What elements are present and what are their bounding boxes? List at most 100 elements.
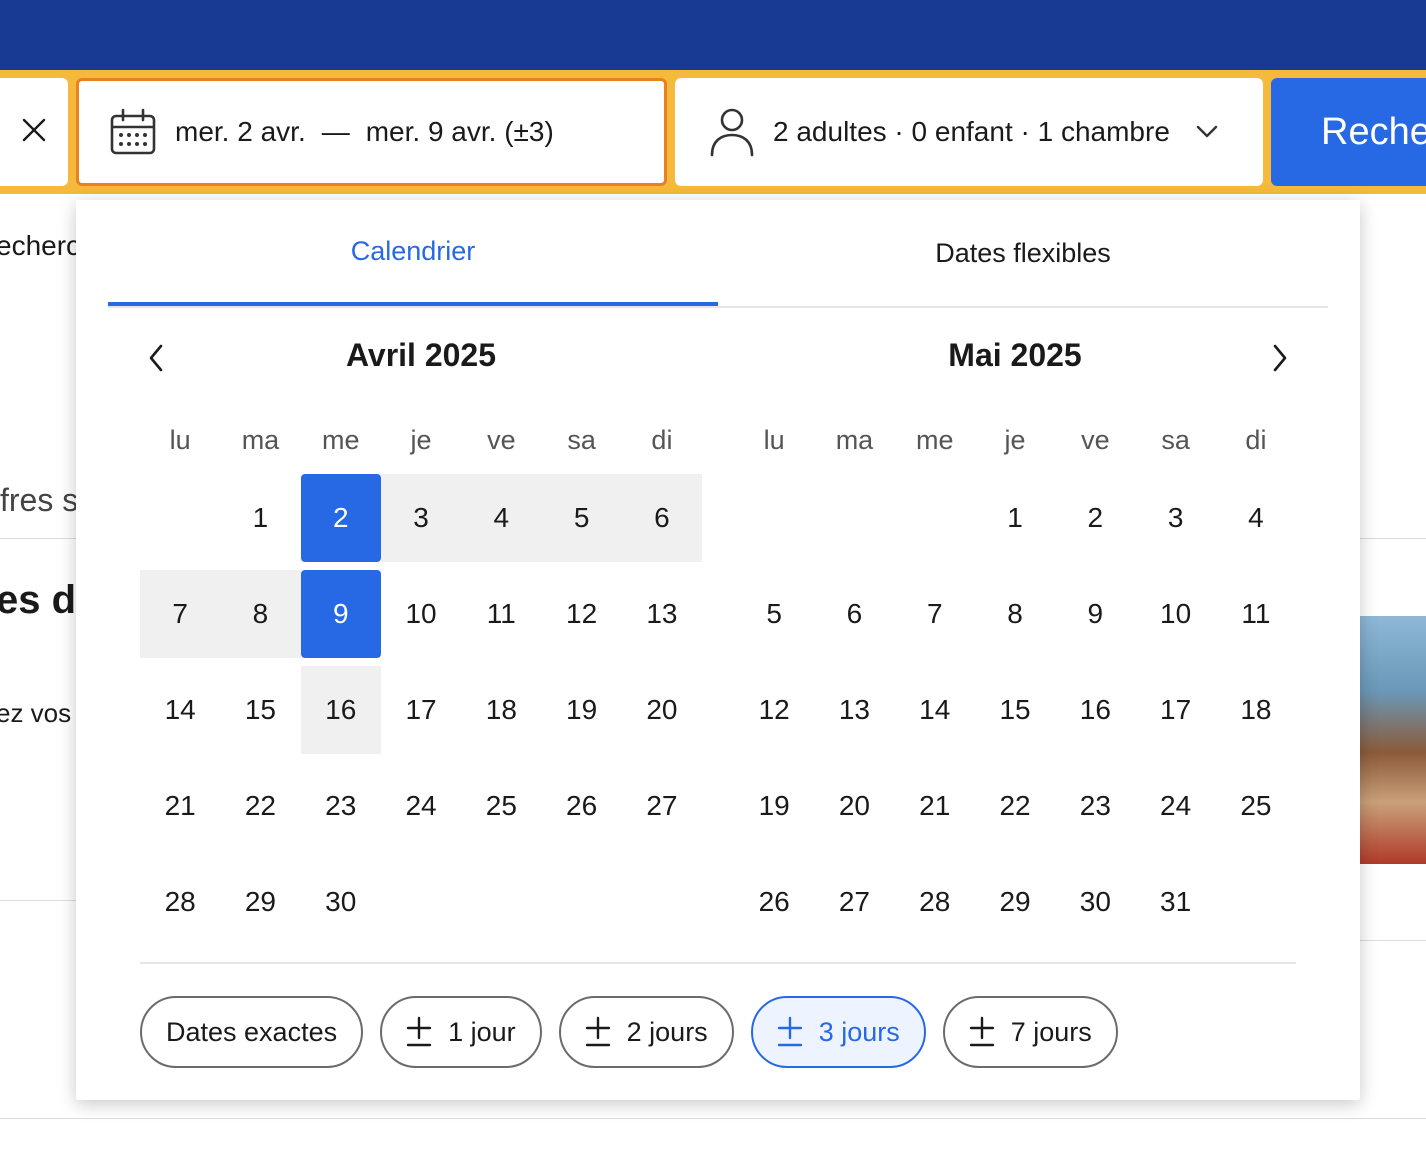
calendar-day[interactable]: 3 xyxy=(380,474,462,562)
calendar-day[interactable]: 23 xyxy=(1055,762,1135,850)
calendar-day[interactable]: 7 xyxy=(895,570,975,658)
weekday-label: ve xyxy=(487,425,516,455)
calendar-day[interactable]: 14 xyxy=(140,666,220,754)
calendar-day[interactable]: 11 xyxy=(1216,570,1296,658)
calendar-day[interactable]: 29 xyxy=(220,858,300,946)
calendar-day[interactable]: 12 xyxy=(541,570,621,658)
flex-option-3-days[interactable]: 3 jours xyxy=(750,996,926,1068)
calendar-day[interactable]: 10 xyxy=(381,570,461,658)
calendar-empty-cell xyxy=(140,474,220,562)
calendar-day[interactable]: 13 xyxy=(622,570,702,658)
search-button[interactable]: Reche xyxy=(1271,78,1426,186)
calendar-day[interactable]: 6 xyxy=(814,570,894,658)
calendar-day[interactable]: 28 xyxy=(140,858,220,946)
weekday-label: lu xyxy=(763,425,785,455)
calendar-day[interactable]: 8 xyxy=(220,570,301,658)
calendar-day[interactable]: 18 xyxy=(1216,666,1296,754)
background-text: echerc xyxy=(0,230,81,261)
weekday-label: di xyxy=(1245,425,1267,455)
weekday-label: sa xyxy=(1161,425,1190,455)
tab-flexible-dates[interactable]: Dates flexibles xyxy=(718,200,1328,306)
background-divider xyxy=(0,1118,1426,1119)
calendar-day[interactable]: 10 xyxy=(1135,570,1215,658)
calendar-day[interactable]: 19 xyxy=(734,762,814,850)
calendar-day[interactable]: 15 xyxy=(975,666,1055,754)
calendar-day[interactable]: 12 xyxy=(734,666,814,754)
calendar-day[interactable]: 5 xyxy=(541,474,622,562)
calendar-day[interactable]: 26 xyxy=(734,858,814,946)
calendar-day[interactable]: 22 xyxy=(220,762,300,850)
calendar-day[interactable]: 19 xyxy=(541,666,621,754)
background-photo xyxy=(1360,616,1426,864)
calendar-day[interactable]: 4 xyxy=(1216,474,1296,562)
calendar-day[interactable]: 7 xyxy=(140,570,221,658)
flexibility-options: Dates exactes 1 jour 2 jours 3 jours 7 j… xyxy=(140,996,1118,1068)
calendar-day[interactable]: 25 xyxy=(1216,762,1296,850)
calendar-day[interactable]: 27 xyxy=(622,762,702,850)
month-title: Mai 2025 xyxy=(948,337,1082,373)
calendar-day[interactable]: 11 xyxy=(461,570,541,658)
weekday-label: me xyxy=(915,425,954,455)
flex-option-2-days[interactable]: 2 jours xyxy=(558,996,734,1068)
calendar-day[interactable]: 24 xyxy=(1135,762,1215,850)
calendar-day[interactable]: 2 xyxy=(300,474,381,562)
calendar-day[interactable]: 22 xyxy=(975,762,1055,850)
calendar-day[interactable]: 21 xyxy=(895,762,975,850)
calendar-day[interactable]: 4 xyxy=(461,474,542,562)
calendar-day[interactable]: 1 xyxy=(975,474,1055,562)
calendar-day[interactable]: 26 xyxy=(541,762,621,850)
flex-option-1-day[interactable]: 1 jour xyxy=(380,996,542,1068)
calendar-day[interactable]: 9 xyxy=(1055,570,1135,658)
calendar-day[interactable]: 16 xyxy=(300,666,381,754)
calendar-day[interactable]: 2 xyxy=(1055,474,1135,562)
calendar-day[interactable]: 31 xyxy=(1135,858,1215,946)
month-may: Mai 2025 lu ma me je ve sa di 1234567891… xyxy=(734,330,1296,917)
clear-destination-button[interactable] xyxy=(0,78,68,186)
calendar-day[interactable]: 23 xyxy=(301,762,381,850)
background-divider xyxy=(1360,538,1426,539)
plus-minus-icon xyxy=(969,1016,995,1048)
calendar-day[interactable]: 25 xyxy=(461,762,541,850)
calendar-day[interactable]: 21 xyxy=(140,762,220,850)
calendar-day[interactable]: 24 xyxy=(381,762,461,850)
chevron-down-icon xyxy=(1196,125,1218,139)
flex-option-exact[interactable]: Dates exactes xyxy=(140,996,364,1068)
flex-option-label: 3 jours xyxy=(818,1016,900,1047)
background-text: fres s xyxy=(0,482,79,518)
calendar-day[interactable]: 15 xyxy=(220,666,300,754)
calendar-day[interactable]: 8 xyxy=(975,570,1055,658)
calendar-day[interactable]: 20 xyxy=(622,666,702,754)
calendar-day[interactable]: 17 xyxy=(1135,666,1215,754)
calendar-day[interactable]: 3 xyxy=(1135,474,1215,562)
calendar-day[interactable]: 14 xyxy=(895,666,975,754)
calendar-day[interactable]: 27 xyxy=(814,858,894,946)
calendar-day[interactable]: 16 xyxy=(1055,666,1135,754)
footer-divider xyxy=(140,962,1296,964)
search-bar: mer. 2 avr. — mer. 9 avr. (±3) 2 adultes… xyxy=(0,70,1426,194)
guests-field[interactable]: 2 adultes · 0 enfant · 1 chambre xyxy=(675,78,1263,186)
calendar-day[interactable]: 20 xyxy=(814,762,894,850)
calendar-day[interactable]: 1 xyxy=(220,474,300,562)
plus-minus-icon xyxy=(406,1016,432,1048)
calendar-day[interactable]: 6 xyxy=(621,474,703,562)
weekday-label: je xyxy=(1004,425,1026,455)
calendar-day[interactable]: 30 xyxy=(301,858,381,946)
calendar-day[interactable]: 13 xyxy=(814,666,894,754)
calendar-empty-cell xyxy=(734,474,814,562)
calendar-icon xyxy=(109,108,157,156)
calendar-day[interactable]: 30 xyxy=(1055,858,1135,946)
calendar-day[interactable]: 18 xyxy=(461,666,541,754)
weekday-label: ma xyxy=(241,425,280,455)
plus-minus-icon xyxy=(585,1016,611,1048)
calendar-day[interactable]: 29 xyxy=(975,858,1055,946)
calendar-day[interactable]: 28 xyxy=(895,858,975,946)
calendar-day[interactable]: 9 xyxy=(300,570,381,658)
calendar-day[interactable]: 17 xyxy=(381,666,461,754)
weekday-header: lu ma me je ve sa di xyxy=(734,420,1296,460)
calendar-day[interactable]: 5 xyxy=(734,570,814,658)
tab-calendar[interactable]: Calendrier xyxy=(108,200,718,306)
dates-field[interactable]: mer. 2 avr. — mer. 9 avr. (±3) xyxy=(76,78,667,186)
background-divider xyxy=(0,900,76,901)
weekday-label: ve xyxy=(1081,425,1110,455)
flex-option-7-days[interactable]: 7 jours xyxy=(942,996,1118,1068)
